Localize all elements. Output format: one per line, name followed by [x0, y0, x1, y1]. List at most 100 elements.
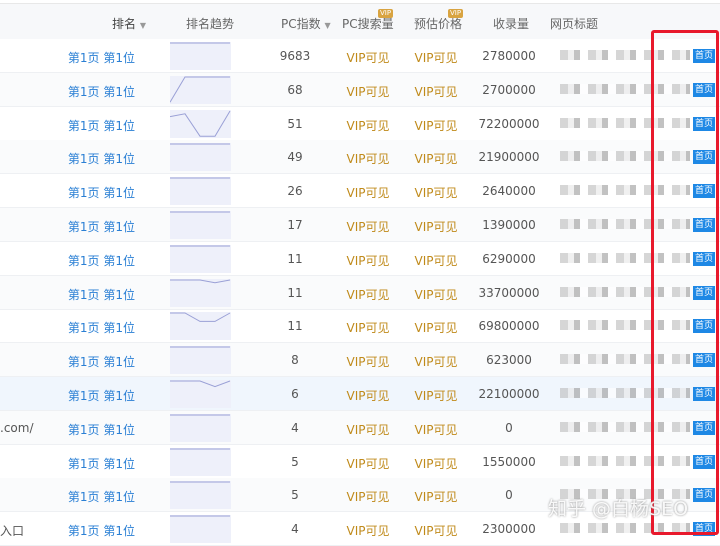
rank-header[interactable]: 排名 ▼: [112, 15, 146, 32]
pc-search-volume[interactable]: VIP可见: [335, 488, 401, 505]
rank-link[interactable]: 第1页 第1位: [68, 218, 135, 235]
rank-trend-sparkline[interactable]: [170, 42, 231, 70]
indexed-count: 21900000: [478, 150, 540, 165]
sort-caret-icon[interactable]: ▼: [140, 21, 146, 30]
rank-trend-sparkline[interactable]: [170, 312, 231, 341]
vip-badge-icon: VIP: [448, 9, 464, 18]
rank-trend-sparkline[interactable]: [169, 109, 231, 138]
homepage-badge: 首页: [693, 488, 716, 503]
rank-trend-sparkline[interactable]: [170, 413, 231, 442]
estimated-price[interactable]: VIP可见: [403, 117, 469, 134]
trend-line: [169, 76, 230, 103]
pc-search-volume[interactable]: VIP可见: [335, 184, 401, 201]
rank-trend-sparkline[interactable]: [170, 244, 231, 273]
rank-trend-sparkline[interactable]: [170, 515, 231, 544]
rank-link[interactable]: 第1页 第1位: [68, 319, 135, 336]
rank-link[interactable]: 第1页 第1位: [68, 252, 135, 269]
pc-search-volume[interactable]: VIP可见: [335, 353, 401, 370]
estimated-price[interactable]: VIP可见: [403, 421, 469, 438]
pc-search-volume[interactable]: VIP可见: [335, 319, 401, 336]
pc-search-volume[interactable]: VIP可见: [335, 522, 401, 539]
rank-link[interactable]: 第1页 第1位: [68, 117, 135, 134]
rank-trend-sparkline[interactable]: [170, 481, 231, 510]
indexed-header: 收录量: [493, 17, 530, 31]
rank-link[interactable]: 第1页 第1位: [68, 522, 135, 539]
estimated-price[interactable]: VIP可见: [403, 522, 469, 539]
rank-link[interactable]: 第1页 第1位: [68, 150, 135, 167]
pc-search-volume[interactable]: VIP可见: [335, 117, 401, 134]
pc-index: 8: [291, 353, 299, 368]
pc-search-volume[interactable]: VIP可见: [335, 286, 401, 303]
rank-trend-sparkline[interactable]: [169, 75, 231, 104]
estimated-price[interactable]: VIP可见: [403, 319, 469, 336]
indexed-count: 623000: [486, 353, 532, 368]
homepage-badge: 首页: [693, 285, 716, 300]
estimated-price[interactable]: VIP可见: [403, 286, 469, 303]
trend-line: [170, 380, 231, 388]
keyword-url[interactable]: 入口: [0, 522, 24, 539]
homepage-badge: 首页: [693, 454, 716, 469]
homepage-badge: 首页: [693, 49, 716, 63]
rank-trend-sparkline[interactable]: [170, 143, 231, 172]
pc-index: 4: [291, 522, 299, 537]
rank-link[interactable]: 第1页 第1位: [68, 83, 135, 100]
estimated-price[interactable]: VIP可见: [403, 49, 469, 66]
homepage-badge: 首页: [693, 116, 716, 131]
indexed-count: 2300000: [482, 522, 536, 537]
estimated-price[interactable]: VIP可见: [403, 455, 469, 472]
pc-search-volume[interactable]: VIP可见: [335, 218, 401, 235]
sort-caret-icon[interactable]: ▼: [324, 21, 330, 30]
pc-search-header: PC搜索量 VIP: [342, 9, 394, 31]
rank-link[interactable]: 第1页 第1位: [68, 286, 135, 303]
rank-link[interactable]: 第1页 第1位: [68, 184, 135, 201]
title-header: 网页标题: [550, 17, 599, 31]
rank-trend-sparkline[interactable]: [170, 278, 231, 307]
estimated-price[interactable]: VIP可见: [403, 184, 469, 201]
rank-link[interactable]: 第1页 第1位: [68, 387, 135, 404]
watermark: 知乎 @白杨SEO: [548, 498, 689, 520]
estimated-price[interactable]: VIP可见: [403, 150, 469, 167]
table-row: 第1页 第1位 68 VIP可见 VIP可见 2700000 首页: [0, 72, 720, 107]
blurred-page-title: [560, 185, 690, 196]
indexed-count: 72200000: [478, 116, 540, 131]
rank-link[interactable]: 第1页 第1位: [68, 421, 135, 438]
pc-index: 5: [291, 488, 299, 503]
table-header: 排名 ▼ 排名趋势 PC指数 ▼ PC搜索量 VIP 预估价格 VIP 收录量 网页…: [0, 4, 720, 39]
pc-search-volume[interactable]: VIP可见: [335, 83, 401, 100]
trend-line: [170, 279, 231, 283]
rank-link[interactable]: 第1页 第1位: [68, 455, 135, 472]
estimated-price[interactable]: VIP可见: [403, 218, 469, 235]
table-row: 第1页 第1位 11 VIP可见 VIP可见 69800000 首页: [0, 309, 720, 344]
estimated-price[interactable]: VIP可见: [403, 488, 469, 505]
indexed-count: 22100000: [478, 387, 540, 401]
blurred-page-title: [560, 455, 690, 466]
pc-search-volume[interactable]: VIP可见: [335, 252, 401, 269]
rank-trend-sparkline[interactable]: [170, 211, 231, 239]
vip-badge-icon: VIP: [378, 9, 394, 18]
rank-trend-sparkline[interactable]: [170, 380, 231, 408]
pc-index-header[interactable]: PC指数 ▼: [281, 15, 331, 32]
blurred-page-title: [560, 354, 690, 365]
estimated-price[interactable]: VIP可见: [403, 353, 469, 370]
homepage-badge: 首页: [693, 353, 716, 368]
rank-link[interactable]: 第1页 第1位: [68, 353, 135, 370]
pc-index: 5: [291, 454, 299, 469]
rank-link[interactable]: 第1页 第1位: [68, 49, 135, 66]
rank-link[interactable]: 第1页 第1位: [68, 488, 135, 505]
rank-trend-sparkline[interactable]: [170, 346, 231, 375]
pc-search-volume[interactable]: VIP可见: [335, 150, 401, 167]
pc-search-volume[interactable]: VIP可见: [335, 387, 401, 404]
estimated-price[interactable]: VIP可见: [403, 252, 469, 269]
estimated-price[interactable]: VIP可见: [403, 83, 469, 100]
keyword-url[interactable]: .com/: [0, 421, 34, 435]
pc-search-volume[interactable]: VIP可见: [335, 455, 401, 472]
pc-search-volume[interactable]: VIP可见: [335, 421, 401, 438]
pc-search-volume[interactable]: VIP可见: [335, 49, 401, 66]
rank-trend-sparkline[interactable]: [170, 177, 231, 206]
blurred-page-title: [560, 523, 690, 534]
estimated-price[interactable]: VIP可见: [403, 387, 469, 404]
pc-index: 17: [287, 218, 303, 232]
rank-trend-sparkline[interactable]: [170, 447, 231, 476]
pc-index: 26: [287, 184, 303, 199]
homepage-badge: 首页: [693, 387, 716, 401]
